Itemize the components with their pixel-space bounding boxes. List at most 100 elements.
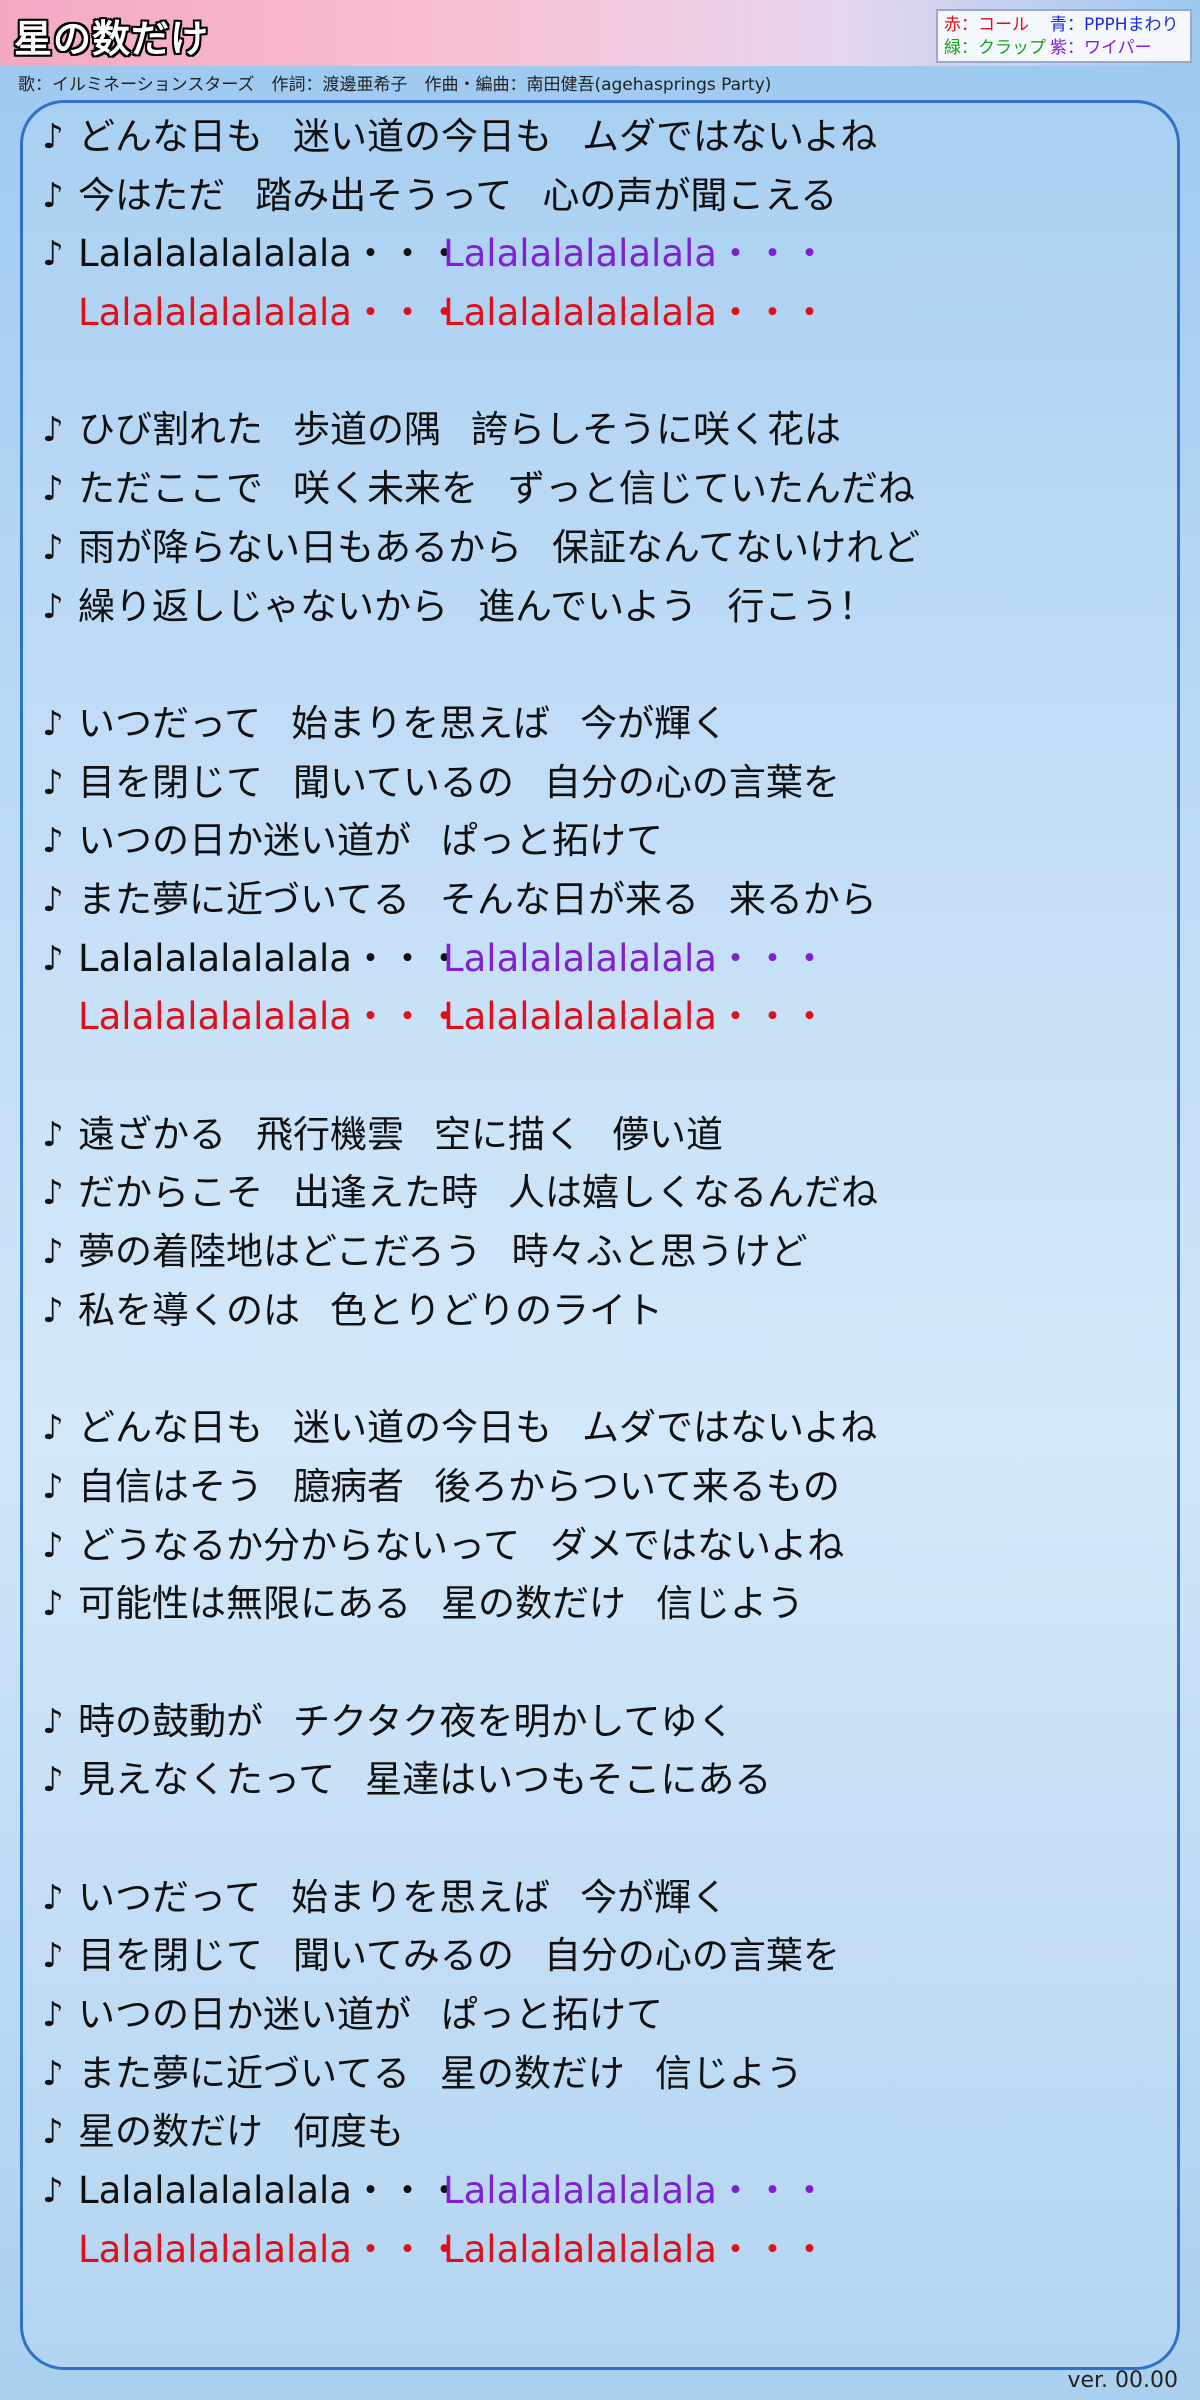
lyric-line: ♪ 見えなくたって 星達はいつもそこにある (42, 1751, 1152, 1810)
lyric-phrase: 始まりを思えば (291, 1875, 551, 1919)
call-phrase: Lalalalalalalala・・・ (443, 2227, 828, 2271)
lyric-line: ♪ 自信はそう 臆病者 後ろからついて来るもの (42, 1458, 1152, 1517)
lalala-phrase: Lalalalalalalala・・・ (78, 2169, 463, 2213)
lyric-phrase: いつだって (78, 701, 262, 745)
lyric-line: ♪ 可能性は無限にある 星の数だけ 信じよう (42, 1575, 1152, 1634)
lalala-phrase: Lalalalalalalala・・・ (78, 936, 463, 980)
music-note-icon: ♪ (42, 1995, 64, 2035)
lyric-phrase: 雨が降らない日もあるから (78, 525, 522, 569)
music-note-icon: ♪ (42, 175, 64, 216)
lyric-phrase: 遠ざかる (78, 1112, 226, 1156)
music-note-icon: ♪ (42, 1408, 64, 1449)
lyric-phrase: 自分の心の言葉を (543, 760, 840, 804)
music-note-icon: ♪ (42, 1936, 64, 1977)
lyric-phrase: どんな日も (78, 115, 263, 158)
lyric-line: ♪ いつだって 始まりを思えば 今が輝く (42, 1869, 1152, 1928)
lyric-phrase: 可能性は無限にある (78, 1582, 411, 1626)
lyric-phrase: 何度も (293, 2110, 404, 2154)
version-label: ver. 00.00 (1067, 2368, 1178, 2393)
call-phrase: Lalalalalalalala・・・ (78, 995, 463, 1039)
lyric-phrase: ずっと信じていたんだね (508, 467, 915, 511)
music-note-icon: ♪ (42, 410, 64, 451)
lyric-phrase: 色とりどりのライト (330, 1288, 663, 1332)
lyric-phrase: 聞いているの (293, 760, 514, 804)
music-note-icon: ♪ (42, 1290, 64, 1331)
lyric-phrase: 今はただ (78, 173, 226, 217)
music-note-icon: ♪ (42, 703, 64, 744)
lyrics-list: ♪ どんな日も 迷い道の今日も ムダではないよね ♪ 今はただ 踏み出そうって … (42, 108, 1152, 2279)
lyric-phrase: 見えなくたって (78, 1758, 336, 1802)
color-legend: 赤：コール 青：PPPHまわり 緑：クラップ 紫：ワイパー (936, 9, 1192, 63)
lyric-phrase: 自信はそう (78, 1464, 263, 1508)
lyric-line: ♪ いつの日か迷い道が ぱっと拓けて (42, 1986, 1152, 2045)
lyric-phrase: ひび割れた (78, 408, 263, 452)
lyric-phrase: 保証なんてないけれど (552, 525, 921, 569)
lyric-phrase: どうなるか分からないって (78, 1523, 521, 1567)
lyric-phrase: また夢に近づいてる (78, 877, 410, 921)
lyric-phrase: ただここで (78, 467, 263, 511)
lyric-line: ♪ 目を閉じて 聞いてみるの 自分の心の言葉を (42, 1927, 1152, 1986)
wiper-call: Lalalalalalalala・・・ (443, 232, 828, 276)
lyric-line: ♪ Lalalalalalalala・・・ Lalalalalalalala・・… (42, 225, 1152, 284)
lyric-phrase: 繰り返しじゃないから (78, 584, 448, 628)
lyric-line: ♪ Lalalalalalalala・・・ Lalalalalalalala・・… (42, 930, 1152, 989)
lyric-phrase: 人は嬉しくなるんだね (508, 1171, 878, 1215)
wiper-call: Lalalalalalalala・・・ (443, 2169, 828, 2213)
lyric-phrase: 私を導くのは (78, 1288, 300, 1332)
lyric-line: ♪ だからこそ 出逢えた時 人は嬉しくなるんだね (42, 1164, 1152, 1223)
lyric-line: ♪ いつだって 始まりを思えば 今が輝く (42, 695, 1152, 754)
lyric-phrase: 目を閉じて (78, 760, 263, 804)
lyric-phrase: 信じよう (654, 2051, 803, 2095)
lyric-phrase: 星の数だけ (441, 1582, 626, 1626)
lyric-line: ♪ また夢に近づいてる そんな日が来る 来るから (42, 871, 1152, 930)
music-note-icon: ♪ (42, 1584, 64, 1625)
lyric-phrase: 歩道の隅 (293, 408, 441, 452)
call-phrase: Lalalalalalalala・・・ (78, 291, 463, 335)
lyric-phrase: 自分の心の言葉を (543, 1934, 840, 1978)
lyric-phrase: 星達はいつもそこにある (365, 1758, 772, 1802)
lyric-phrase: 時の鼓動が (78, 1699, 263, 1743)
lyric-phrase: いつの日か迷い道が (78, 1993, 411, 2036)
music-note-icon: ♪ (42, 1114, 64, 1155)
lyric-line: ♪ 雨が降らない日もあるから 保証なんてないけれど (42, 519, 1152, 578)
lyric-phrase: 迷い道の今日も (293, 115, 552, 158)
lyric-line: ♪ ひび割れた 歩道の隅 誇らしそうに咲く花は (42, 401, 1152, 460)
lyric-line: ♪ 夢の着陸地はどこだろう 時々ふと思うけど (42, 1223, 1152, 1282)
legend-ppph: 青：PPPHまわり (1050, 15, 1179, 35)
music-note-icon: ♪ (42, 762, 64, 803)
lyric-phrase: 儚い道 (612, 1112, 723, 1156)
music-note-icon: ♪ (42, 234, 64, 275)
lyric-phrase: 誇らしそうに咲く花は (471, 408, 841, 452)
lyric-line: ♪ Lalalalalalalala・・・ Lalalalalalalala・・… (42, 2162, 1152, 2221)
lyric-line: Lalalalalalalala・・・ Lalalalalalalala・・・ (42, 284, 1152, 343)
music-note-icon: ♪ (42, 1466, 64, 1507)
lyric-phrase: 信じよう (656, 1582, 804, 1626)
music-note-icon: ♪ (42, 527, 64, 568)
music-note-icon: ♪ (42, 2112, 64, 2153)
lalala-phrase: Lalalalalalalala・・・ (78, 232, 463, 276)
lyric-line: ♪ 繰り返しじゃないから 進んでいよう 行こう！ (42, 578, 1152, 637)
lyric-phrase: そんな日が来る (439, 877, 699, 921)
lyric-line: ♪ どうなるか分からないって ダメではないよね (42, 1517, 1152, 1576)
lyric-phrase: 空に描く (434, 1112, 582, 1156)
music-note-icon: ♪ (42, 1173, 64, 1214)
music-note-icon: ♪ (42, 879, 64, 920)
song-credits: 歌：イルミネーションスターズ 作詞：渡邊亜希子 作曲・編曲：南田健吾(ageha… (18, 75, 772, 95)
lyric-phrase: 始まりを思えば (291, 701, 551, 745)
lyric-line: ♪ 目を閉じて 聞いているの 自分の心の言葉を (42, 754, 1152, 813)
lyric-phrase: 夢の着陸地はどこだろう (78, 1230, 482, 1274)
lyric-phrase: いつだって (78, 1875, 262, 1919)
music-note-icon: ♪ (42, 1877, 64, 1918)
legend-wiper: 紫：ワイパー (1050, 38, 1152, 58)
lyric-phrase: 星の数だけ (439, 2051, 625, 2095)
lyric-phrase: ぱっと拓けて (441, 819, 663, 863)
lyric-phrase: 踏み出そうって (255, 173, 513, 217)
lyric-phrase: 今が輝く (580, 1875, 729, 1919)
lyric-phrase: 聞いてみるの (293, 1934, 514, 1978)
lyric-phrase: 後ろからついて来るもの (434, 1464, 840, 1508)
music-note-icon: ♪ (42, 1760, 64, 1801)
lyric-phrase: 飛行機雲 (256, 1112, 404, 1156)
lyric-phrase: 出逢えた時 (293, 1171, 478, 1215)
lyric-phrase: ぱっと拓けて (441, 1993, 663, 2036)
lyric-phrase: 咲く未来を (293, 467, 478, 511)
